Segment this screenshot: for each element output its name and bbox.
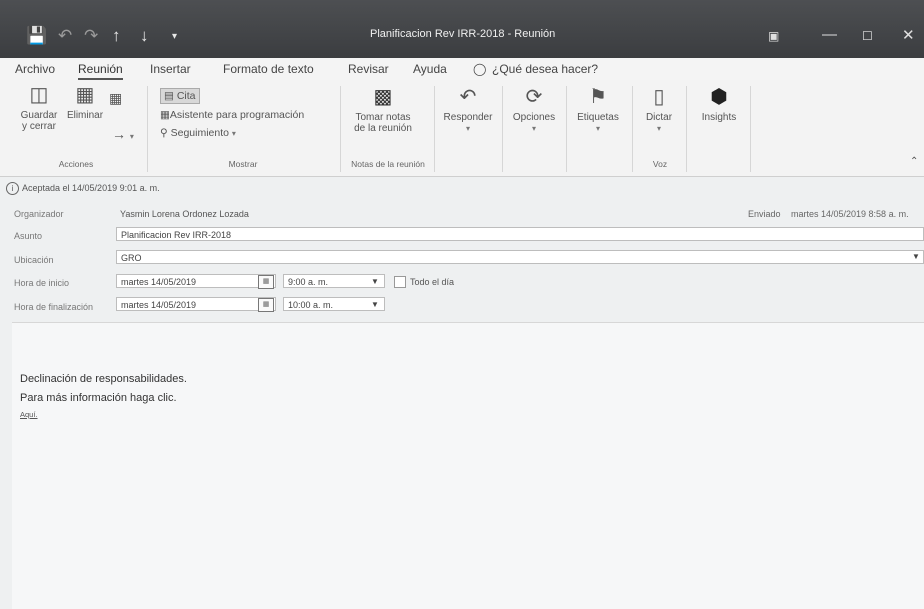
hora-inicio-field[interactable]: 9:00 a. m. [283,274,385,288]
tomar-notas-button[interactable]: ▩ Tomar notas de la reunión [346,86,420,134]
organizador-value: Yasmin Lorena Ordonez Lozada [120,209,249,219]
insights-icon: ⬢ [710,86,728,108]
tab-archivo[interactable]: Archivo [15,62,55,76]
minimize-icon[interactable]: — [822,26,837,43]
asunto-field[interactable]: Planificacion Rev IRR-2018 [116,227,924,241]
y-cerrar-label: y cerrar [22,121,56,132]
eliminar-button[interactable]: ▦ Eliminar [64,84,106,121]
move-arrow-icon[interactable]: → ▾ [112,126,134,142]
search-box[interactable]: ¿Qué desea hacer? [492,62,598,76]
asistente-button[interactable]: ▦Asistente para programación [160,109,304,121]
reply-icon: ↶ [459,86,477,108]
more-icon[interactable]: ▾ [172,31,177,42]
hora-fin-label: Hora de finalización [14,302,94,312]
asistente-label: Asistente para programación [169,109,305,121]
etiquetas-label: Etiquetas [577,112,619,123]
trash-icon: ▦ [75,84,95,106]
group-voz: Voz [652,159,668,169]
ubicacion-label: Ubicación [14,255,54,265]
asunto-label: Asunto [14,231,43,241]
group-divider [566,86,567,172]
group-divider [686,86,687,172]
tab-reunion[interactable]: Reunión [78,62,123,80]
group-divider [147,86,148,172]
hora-fin-field[interactable]: 10:00 a. m. [283,297,385,311]
info-icon: i [6,182,19,195]
calendar-grid-icon[interactable]: ▦ [109,90,122,107]
info-line: Para más información haga clic. [20,392,177,404]
insights-label: Insights [701,112,737,123]
person-search-icon: ⚲ [160,127,168,139]
hora-fin-dropdown-icon[interactable]: ▼ [371,300,379,309]
group-divider [750,86,751,172]
ubicacion-field[interactable]: GRO [116,250,924,264]
ribbon-display-icon[interactable]: ▣ [768,29,779,43]
seguimiento-label: Seguimiento [170,127,229,139]
todo-el-dia-label: Todo el día [410,277,455,287]
close-icon[interactable]: ✕ [902,26,915,44]
group-notas: Notas de la reunión [351,159,425,169]
etiquetas-button[interactable]: ⚑ Etiquetas ▾ [570,86,626,134]
hora-inicio-dropdown-icon[interactable]: ▼ [371,277,379,286]
tab-formato-texto[interactable]: Formato de texto [223,62,314,76]
group-acciones: Acciones [58,159,94,169]
fecha-fin-field[interactable]: martes 14/05/2019 [116,297,276,311]
seguimiento-button[interactable]: ⚲ Seguimiento ▾ [160,127,236,139]
menu-bar: Archivo Reunión Insertar Formato de text… [0,58,924,80]
lightbulb-icon: ◯ [473,62,487,76]
opciones-label: Opciones [512,112,556,123]
appointment-icon: ▤ [164,90,174,102]
onenote-icon: ▩ [373,86,393,108]
up-arrow-icon[interactable]: ↑ [112,26,121,46]
redo-icon[interactable]: ↷ [84,26,98,46]
ubicacion-dropdown-icon[interactable]: ▼ [912,252,920,261]
aqui-link[interactable]: Aquí. [20,410,38,419]
ribbon: ◫ Guardar y cerrar ▦ Eliminar ▦ → ▾ Acci… [0,80,924,177]
group-divider [434,86,435,172]
group-divider [502,86,503,172]
tomar-notas-label: Tomar notas [355,112,411,123]
tab-ayuda[interactable]: Ayuda [413,62,447,76]
undo-icon[interactable]: ↶ [58,26,72,46]
dictar-button[interactable]: ▯ Dictar ▾ [638,86,680,134]
opciones-button[interactable]: ⟳ Opciones ▾ [506,86,562,134]
hora-inicio-label: Hora de inicio [14,278,70,288]
insights-button[interactable]: ⬢ Insights [692,86,746,123]
group-divider [632,86,633,172]
group-mostrar: Mostrar [228,159,258,169]
scheduling-icon: ▦ [160,109,170,121]
fecha-inicio-field[interactable]: martes 14/05/2019 [116,274,276,288]
microphone-icon: ▯ [653,86,665,108]
window-title: Planificacion Rev IRR-2018 - Reunión [370,28,556,40]
de-la-reunion-label: de la reunión [354,123,412,134]
response-status-text: Aceptada el 14/05/2019 9:01 a. m. [22,183,160,193]
calendar-icon[interactable]: ▦ [258,298,274,312]
cita-button[interactable]: ▤ Cita [160,88,200,104]
response-status: i Aceptada el 14/05/2019 9:01 a. m. [6,182,160,195]
save-icon[interactable]: 💾 [26,26,47,46]
cita-label: Cita [176,90,196,102]
tab-insertar[interactable]: Insertar [150,62,191,76]
enviado-label: Enviado [748,209,781,219]
options-icon: ⟳ [525,86,543,108]
down-arrow-icon[interactable]: ↓ [140,26,149,46]
title-bar: 💾 ↶ ↷ ↑ ↓ ▾ Planificacion Rev IRR-2018 -… [0,0,924,58]
eliminar-label: Eliminar [66,110,104,121]
tab-revisar[interactable]: Revisar [348,62,389,76]
todo-el-dia-checkbox[interactable] [394,276,406,288]
disclaimer-line: Declinación de responsabilidades. [20,373,187,385]
enviado-value: martes 14/05/2019 8:58 a. m. [791,209,909,219]
message-body[interactable]: Declinación de responsabilidades. Para m… [12,322,924,609]
maximize-icon[interactable]: ☐ [862,29,873,43]
dictar-label: Dictar [645,112,673,123]
calendar-icon[interactable]: ▦ [258,275,274,289]
collapse-ribbon-icon[interactable]: ⌃ [910,156,918,167]
guardar-label: Guardar [20,110,58,121]
responder-label: Responder [443,112,493,123]
organizador-label: Organizador [14,209,64,219]
guardar-cerrar-button[interactable]: ◫ Guardar y cerrar [18,84,60,132]
save-close-icon: ◫ [29,84,49,106]
flag-icon: ⚑ [589,86,607,108]
responder-button[interactable]: ↶ Responder ▾ [438,86,498,134]
